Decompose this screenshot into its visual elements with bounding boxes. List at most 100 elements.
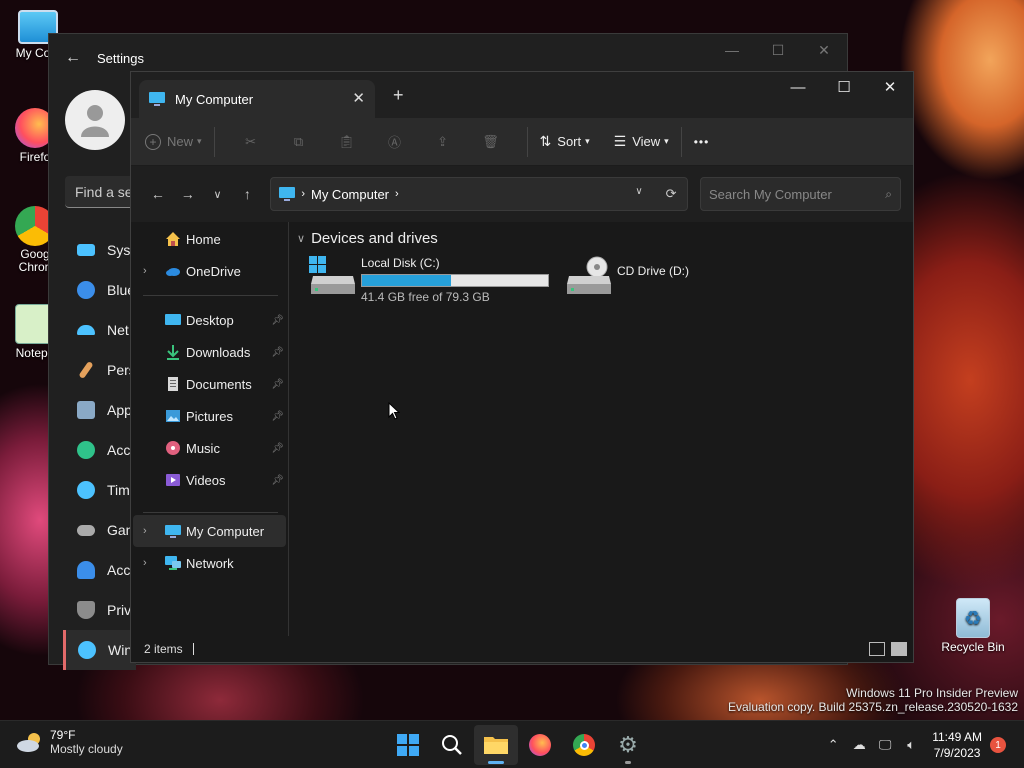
refresh-button[interactable]: ⟳ xyxy=(655,186,687,202)
pin-icon[interactable]: 📌︎ xyxy=(271,347,284,358)
close-button[interactable]: ✕ xyxy=(867,72,913,102)
clock[interactable]: 11:49 AM 7/9/2023 xyxy=(932,729,982,761)
sidebar-item-my-computer[interactable]: › My Computer xyxy=(133,515,286,547)
chevron-right-icon[interactable]: › xyxy=(143,557,147,569)
file-explorer-taskbar-button[interactable] xyxy=(474,725,518,765)
settings-taskbar-button[interactable]: ⚙ xyxy=(606,725,650,765)
sidebar-item-label: Downloads xyxy=(186,344,251,360)
pin-icon[interactable]: 📌︎ xyxy=(271,379,284,390)
settings-nav-network[interactable]: Net xyxy=(65,310,136,350)
account-icon xyxy=(77,441,95,459)
copy-button[interactable]: ⧉ xyxy=(275,134,323,150)
pin-icon[interactable]: 📌︎ xyxy=(271,443,284,454)
chevron-right-icon[interactable]: › xyxy=(143,265,147,277)
pin-icon[interactable]: 📌︎ xyxy=(271,411,284,422)
settings-nav-windows-update[interactable]: Win xyxy=(63,630,136,670)
minimize-button[interactable]: — xyxy=(709,34,755,66)
large-icons-view-icon[interactable] xyxy=(891,642,907,656)
drive-cd-drive-d[interactable]: CD Drive (D:) xyxy=(565,256,689,296)
sidebar-item-network[interactable]: › Network xyxy=(131,547,288,579)
settings-nav-gaming[interactable]: Gan xyxy=(65,510,136,550)
cut-button[interactable]: ✂ xyxy=(227,134,275,150)
pin-icon[interactable]: 📌︎ xyxy=(271,315,284,326)
sidebar-item-downloads[interactable]: Downloads 📌︎ xyxy=(131,336,288,368)
scissors-icon: ✂ xyxy=(245,133,256,149)
maximize-button[interactable]: ☐ xyxy=(821,72,867,102)
start-button[interactable] xyxy=(386,725,430,765)
tab-bar: My Computer ✕ + — ☐ ✕ xyxy=(131,72,913,118)
address-bar[interactable]: › My Computer › ∨ ⟳ xyxy=(270,177,689,211)
chevron-up-icon[interactable]: ⌃ xyxy=(820,737,846,753)
rename-button[interactable]: Ⓐ xyxy=(371,132,419,151)
settings-nav-bluetooth[interactable]: Blue xyxy=(65,270,136,310)
search-button[interactable] xyxy=(430,725,474,765)
details-view-icon[interactable] xyxy=(869,642,885,656)
cd-drive-icon xyxy=(567,256,611,294)
back-button[interactable]: ← xyxy=(143,179,173,209)
volume-icon[interactable]: 🔈︎ xyxy=(898,737,924,753)
view-button[interactable]: ☰ View ▾ xyxy=(614,126,669,158)
plus-circle-icon: + xyxy=(145,133,161,150)
search-input[interactable]: Search My Computer ⌕ xyxy=(700,177,901,211)
sidebar-item-label: My Computer xyxy=(186,523,265,539)
sidebar-item-home[interactable]: Home xyxy=(131,223,288,255)
network-icon[interactable]: 🖵︎ xyxy=(872,737,898,753)
system-icon xyxy=(77,244,95,256)
firefox-taskbar-button[interactable] xyxy=(518,725,562,765)
maximize-button[interactable]: ☐ xyxy=(755,34,801,66)
settings-nav-apps[interactable]: App xyxy=(65,390,136,430)
wifi-icon xyxy=(77,325,95,335)
notification-badge[interactable]: 1 xyxy=(990,737,1006,753)
weather-description: Mostly cloudy xyxy=(50,742,123,756)
desktop-icon-recycle-bin[interactable]: ♻ Recycle Bin xyxy=(938,598,1008,654)
close-tab-icon[interactable]: ✕ xyxy=(352,89,365,107)
more-options-button[interactable]: ••• xyxy=(694,126,710,158)
settings-window-controls: — ☐ ✕ xyxy=(709,34,847,66)
new-tab-button[interactable]: + xyxy=(393,85,404,106)
group-header[interactable]: ∨ Devices and drives xyxy=(297,230,438,247)
cloud-icon xyxy=(17,733,40,752)
copy-icon: ⧉ xyxy=(293,133,304,149)
close-button[interactable]: ✕ xyxy=(801,34,847,66)
sidebar-item-documents[interactable]: Documents 📌︎ xyxy=(131,368,288,400)
pin-icon[interactable]: 📌︎ xyxy=(271,475,284,486)
windows-logo-icon xyxy=(397,734,419,756)
nav-label: Acc xyxy=(107,442,131,458)
paste-button[interactable]: 📋︎ xyxy=(323,134,371,150)
forward-button[interactable]: → xyxy=(173,179,203,209)
taskbar-apps: ⚙ xyxy=(386,725,650,765)
chevron-right-icon[interactable]: › xyxy=(143,525,147,537)
settings-nav-accessibility[interactable]: Acc xyxy=(65,550,136,590)
onedrive-offline-icon[interactable]: ☁ xyxy=(846,737,872,753)
clock-time: 11:49 AM xyxy=(932,730,982,744)
nav-label: Priv xyxy=(107,602,132,618)
minimize-button[interactable]: — xyxy=(775,72,821,102)
address-dropdown-button[interactable]: ∨ xyxy=(623,186,655,202)
chrome-taskbar-button[interactable] xyxy=(562,725,606,765)
sidebar-item-music[interactable]: Music 📌︎ xyxy=(131,432,288,464)
settings-nav-personalization[interactable]: Pers xyxy=(65,350,136,390)
settings-nav-system[interactable]: Syst xyxy=(65,230,136,270)
sort-button[interactable]: ⇅ Sort ▾ xyxy=(540,126,590,158)
sidebar-item-onedrive[interactable]: › OneDrive xyxy=(131,255,288,287)
drive-info: CD Drive (D:) xyxy=(617,256,689,296)
share-button[interactable]: ⇪ xyxy=(419,134,467,150)
recent-locations-button[interactable]: ∨ xyxy=(203,179,233,209)
nav-label: App xyxy=(107,402,132,418)
settings-nav-privacy[interactable]: Priv xyxy=(65,590,136,630)
new-button[interactable]: + New ▾ xyxy=(145,126,202,158)
settings-nav-time[interactable]: Tim xyxy=(65,470,136,510)
avatar[interactable] xyxy=(65,90,125,150)
settings-nav-accounts[interactable]: Acc xyxy=(65,430,136,470)
delete-button[interactable]: 🗑︎ xyxy=(467,134,515,150)
sidebar-item-desktop[interactable]: Desktop 📌︎ xyxy=(131,304,288,336)
up-button[interactable]: ↑ xyxy=(232,179,262,209)
breadcrumb[interactable]: My Computer xyxy=(311,187,389,202)
download-icon xyxy=(167,345,179,360)
weather-widget[interactable]: 79°F Mostly cloudy xyxy=(16,728,123,756)
sidebar-item-pictures[interactable]: Pictures 📌︎ xyxy=(131,400,288,432)
back-arrow-icon[interactable]: ← xyxy=(65,49,81,67)
sidebar-item-videos[interactable]: Videos 📌︎ xyxy=(131,464,288,496)
tab-my-computer[interactable]: My Computer ✕ xyxy=(139,80,375,118)
drive-local-disk-c[interactable]: Local Disk (C:) 41.4 GB free of 79.3 GB xyxy=(309,256,549,304)
